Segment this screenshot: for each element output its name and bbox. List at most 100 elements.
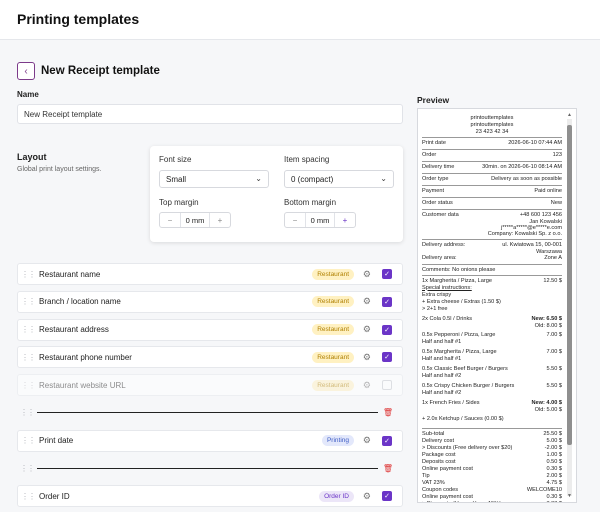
category-badge: Printing xyxy=(321,435,354,447)
row-print-date: ⋮⋮ Print date Printing ⚙ ✓ xyxy=(17,429,403,452)
drag-handle-icon[interactable]: ⋮⋮ xyxy=(18,325,38,334)
item-price: New: 6.50 $ xyxy=(531,315,562,322)
checkbox[interactable]: ✓ xyxy=(382,491,392,502)
drag-handle-icon[interactable]: ⋮⋮ xyxy=(17,408,37,417)
font-size-select[interactable]: Small ⌄ xyxy=(159,170,269,188)
receipt-item-line: 0.5x Margherita / Pizza, Large 7.00 $ xyxy=(422,349,562,356)
item-name: + 2.0x Ketchup / Sauces (0.00 $) xyxy=(422,415,504,422)
bottom-margin-value[interactable]: 0 mm xyxy=(305,213,335,227)
drag-handle-icon[interactable]: ⋮⋮ xyxy=(18,297,38,306)
row-label: Print date xyxy=(39,436,74,446)
total-value: -2.00 $ xyxy=(544,444,562,451)
increment-button[interactable]: + xyxy=(335,213,355,227)
checkbox[interactable] xyxy=(382,380,392,391)
row-label: Restaurant address xyxy=(39,325,109,335)
decrement-button[interactable]: − xyxy=(285,213,305,227)
back-button[interactable]: ‹ xyxy=(17,62,35,80)
checkbox[interactable]: ✓ xyxy=(382,324,392,335)
checkbox[interactable]: ✓ xyxy=(382,352,392,363)
receipt-total-row: Tip 2.00 $ xyxy=(422,473,562,480)
receipt-info-row: Order type Delivery as soon as possible xyxy=(422,172,562,185)
receipt-header-line: printouttemplates xyxy=(470,115,514,121)
receipt-total-row: Online payment cost 0.30 $ xyxy=(422,494,562,501)
gear-icon[interactable]: ⚙ xyxy=(363,352,371,363)
item-name: 0.5x Margherita / Pizza, Large xyxy=(422,348,497,355)
top-margin-stepper: − 0 mm + xyxy=(159,212,231,228)
item-old-price: Old: 5.00 $ xyxy=(534,406,562,413)
item-extra: > 2+1 free xyxy=(422,305,448,312)
item-name: 0.5x Crispy Chicken Burger / Burgers xyxy=(422,382,515,389)
increment-button[interactable]: + xyxy=(210,213,230,227)
receipt-info-row: Order status New xyxy=(422,196,562,209)
checkbox[interactable]: ✓ xyxy=(382,296,392,307)
drag-handle-icon[interactable]: ⋮⋮ xyxy=(17,464,37,473)
info-value: 30min. on 2026-06-10 08:14 AM xyxy=(482,163,562,170)
chevron-down-icon: ⌄ xyxy=(255,174,262,183)
drag-handle-icon[interactable]: ⋮⋮ xyxy=(18,492,38,501)
drag-handle-icon[interactable]: ⋮⋮ xyxy=(18,270,38,279)
info-value: 123 xyxy=(552,151,562,158)
receipt-header: printouttemplates printouttemplates 23 4… xyxy=(422,115,562,137)
scroll-down-icon[interactable]: ▼ xyxy=(567,493,572,499)
drag-handle-icon[interactable]: ⋮⋮ xyxy=(18,436,38,445)
drag-handle-icon[interactable]: ⋮⋮ xyxy=(18,381,38,390)
drag-handle-icon[interactable]: ⋮⋮ xyxy=(18,353,38,362)
checkbox[interactable]: ✓ xyxy=(382,435,392,446)
trash-icon[interactable]: 🗑 xyxy=(383,408,393,417)
scrollbar[interactable] xyxy=(567,119,572,496)
total-key: Delivery cost xyxy=(422,437,455,444)
category-badge: Order ID xyxy=(319,490,354,502)
gear-icon[interactable]: ⚙ xyxy=(363,324,371,335)
gear-icon[interactable]: ⚙ xyxy=(363,296,371,307)
receipt-header-line: 23 423 42 34 xyxy=(475,129,509,136)
receipt-total-row: VAT 23% 4.75 $ xyxy=(422,480,562,487)
scroll-up-icon[interactable]: ▲ xyxy=(567,112,572,118)
receipt-total-row: Online payment cost 0.30 $ xyxy=(422,466,562,473)
receipt-total-row: Sub-total 25.50 $ xyxy=(422,431,562,438)
gear-icon[interactable]: ⚙ xyxy=(363,269,371,280)
template-title: New Receipt template xyxy=(41,65,160,77)
category-badge: Restaurant xyxy=(312,379,354,391)
category-badge: Restaurant xyxy=(312,296,354,308)
receipt-total-row: Coupon codes WELCOME10 xyxy=(422,487,562,494)
receipt-order-info: Print date 2026-06-10 07:44 AM Order 123 Del… xyxy=(422,136,562,209)
decrement-button[interactable]: − xyxy=(160,213,180,227)
info-value: 2026-06-10 07:44 AM xyxy=(508,139,562,146)
trash-icon[interactable]: 🗑 xyxy=(383,464,393,473)
item-spacing-select[interactable]: 0 (compact) ⌄ xyxy=(284,170,394,188)
gear-icon[interactable]: ⚙ xyxy=(363,435,371,446)
separator-line xyxy=(37,467,378,470)
name-input[interactable]: New Receipt template xyxy=(17,104,403,124)
checkbox[interactable]: ✓ xyxy=(382,269,392,279)
total-value: 25.50 $ xyxy=(543,430,562,437)
info-value: Delivery as soon as possible xyxy=(491,175,562,182)
item-name: 1x Margherita / Pizza, Large xyxy=(422,277,492,284)
total-value: 0.30 $ xyxy=(546,493,562,500)
receipt-preview[interactable]: printouttemplates printouttemplates 23 4… xyxy=(417,108,577,503)
gear-icon[interactable]: ⚙ xyxy=(363,380,371,391)
receipt-item: + 2.0x Ketchup / Sauces (0.00 $) xyxy=(422,416,562,423)
preview-label: Preview xyxy=(417,95,450,105)
receipt-item-line: + 2.0x Ketchup / Sauces (0.00 $) xyxy=(422,416,562,423)
item-extra: Half and half #2 xyxy=(422,389,462,396)
total-key: Coupon codes xyxy=(422,486,459,493)
gear-icon[interactable]: ⚙ xyxy=(363,491,371,502)
top-margin-label: Top margin xyxy=(159,198,199,207)
receipt-item-line: 0.5x Pepperoni / Pizza, Large 7.00 $ xyxy=(422,332,562,339)
item-name: 0.5x Classic Beef Burger / Burgers xyxy=(422,365,508,372)
info-key: Payment xyxy=(422,187,445,194)
row-restaurant-website: ⋮⋮ Restaurant website URL Restaurant ⚙ xyxy=(17,374,403,397)
row-label: Order ID xyxy=(39,491,70,501)
item-name: 2x Cola 0.5l / Drinks xyxy=(422,315,473,322)
row-branch-name: ⋮⋮ Branch / location name Restaurant ⚙ ✓ xyxy=(17,290,403,313)
delivery-address: ul. Kwiatowa 15, 00-001 xyxy=(502,241,562,248)
top-margin-value[interactable]: 0 mm xyxy=(180,213,210,227)
total-value: WELCOME10 xyxy=(526,486,562,493)
scrollbar-thumb[interactable] xyxy=(567,125,572,445)
item-price: 5.50 $ xyxy=(546,365,562,372)
receipt-item: 0.5x Crispy Chicken Burger / Burgers 5.50… xyxy=(422,383,562,397)
total-key: VAT 23% xyxy=(422,479,445,486)
category-badge: Restaurant xyxy=(312,351,354,363)
total-key: Sub-total xyxy=(422,430,445,437)
item-extra: Half and half #1 xyxy=(422,355,462,362)
